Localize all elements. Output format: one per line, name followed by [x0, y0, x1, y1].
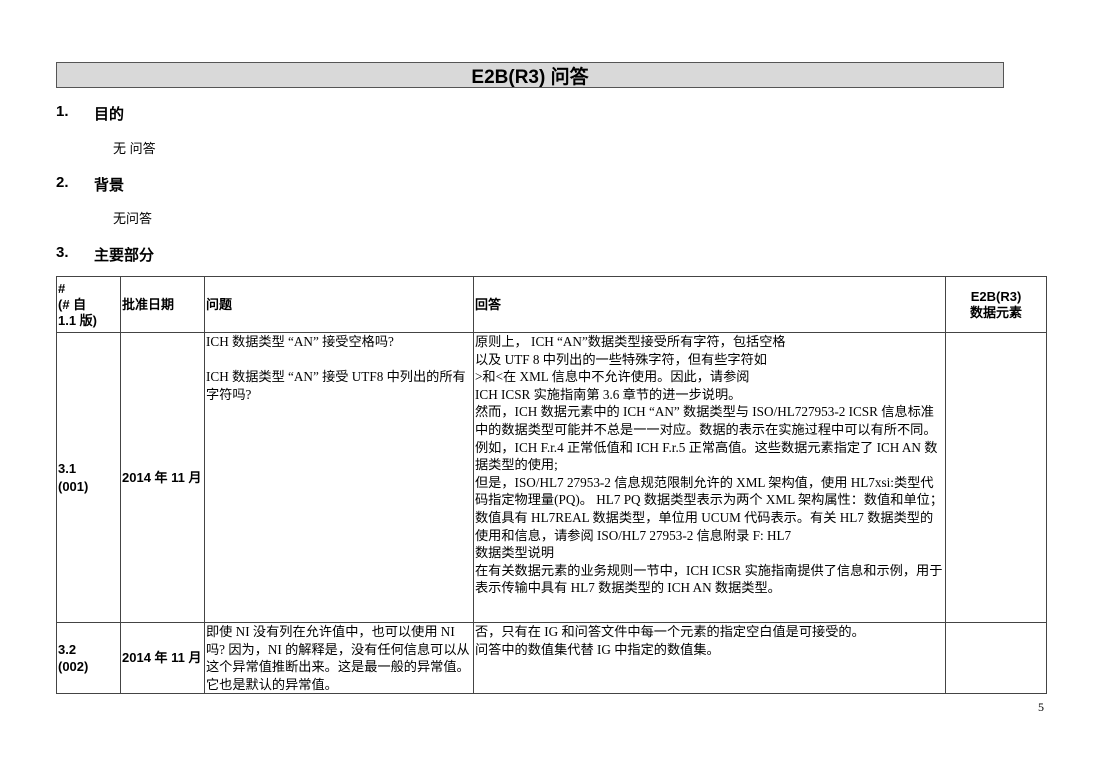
row-id: 3.2 (002) [56, 621, 121, 695]
section-2-note: 无问答 [113, 211, 153, 226]
section-1-note: 无 问答 [113, 141, 156, 156]
section-title: 背景 [94, 177, 125, 194]
table-row: 3.2 (002) 2014 年 11 月 即使 NI 没有列在允许值中，也可以… [56, 621, 1047, 695]
row-element [945, 332, 1047, 623]
page-number: 5 [1038, 700, 1044, 714]
section-title: 目的 [94, 106, 125, 123]
section-number: 1. [56, 103, 69, 120]
header-date: 批准日期 [120, 276, 205, 333]
row-answer: 否，只有在 IG 和问答文件中每一个元素的指定空白值是可接受的。 问答中的数值集… [473, 621, 946, 695]
row-question: ICH 数据类型 “AN” 接受空格吗? ICH 数据类型 “AN” 接受 UT… [204, 332, 474, 623]
qa-table: # (# 自 1.1 版) 批准日期 问题 回答 E2B(R3) 数据元素 3.… [56, 276, 1047, 695]
section-2-heading: 2. 背景 [56, 174, 124, 195]
section-number: 3. [56, 244, 69, 261]
row-answer: 原则上， ICH “AN”数据类型接受所有字符，包括空格 以及 UTF 8 中列… [473, 332, 946, 623]
header-id: # (# 自 1.1 版) [56, 276, 121, 333]
header-element: E2B(R3) 数据元素 [945, 276, 1047, 333]
row-question: 即使 NI 没有列在允许值中，也可以使用 NI 吗? 因为，NI 的解释是，没有… [204, 621, 474, 695]
section-3-heading: 3. 主要部分 [56, 244, 154, 265]
row-id: 3.1 (001) [56, 332, 121, 623]
document-title: E2B(R3) 问答 [56, 62, 1004, 88]
section-1-heading: 1. 目的 [56, 103, 124, 124]
header-answer: 回答 [473, 276, 946, 333]
row-date: 2014 年 11 月 [120, 621, 205, 695]
row-element [945, 621, 1047, 695]
header-question: 问题 [204, 276, 474, 333]
table-row: 3.1 (001) 2014 年 11 月 ICH 数据类型 “AN” 接受空格… [56, 332, 1047, 623]
row-date: 2014 年 11 月 [120, 332, 205, 623]
section-number: 2. [56, 174, 69, 191]
table-header-row: # (# 自 1.1 版) 批准日期 问题 回答 E2B(R3) 数据元素 [56, 276, 1047, 333]
section-title: 主要部分 [94, 247, 155, 264]
